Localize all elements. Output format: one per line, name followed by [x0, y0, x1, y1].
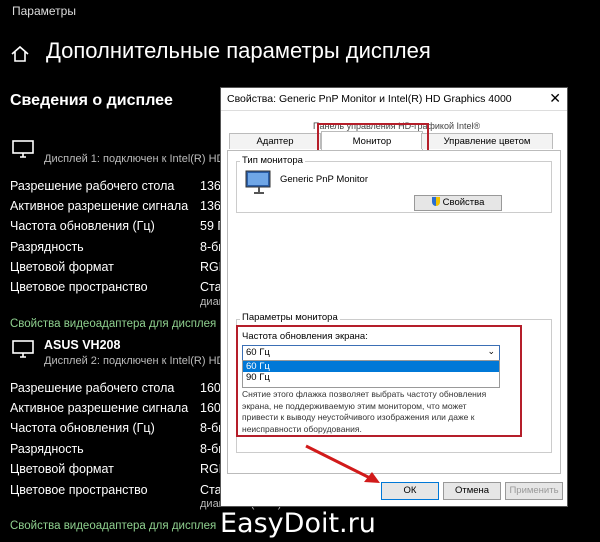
row-key: Разрешение рабочего стола	[10, 179, 175, 193]
monitor-name: Generic PnP Monitor	[280, 174, 369, 185]
window-title: Параметры	[12, 4, 76, 18]
refresh-rate-value: 60 Гц	[246, 347, 270, 358]
watermark: EasyDoit.ru	[220, 508, 376, 539]
monitor-tab-panel: Тип монитора Generic PnP Monitor Свойств…	[227, 150, 561, 474]
refresh-rate-select[interactable]: 60 Гц ⌄	[242, 345, 500, 361]
cancel-button[interactable]: Отмена	[443, 482, 501, 500]
properties-button[interactable]: Свойства	[414, 195, 502, 211]
row-key: Разрядность	[10, 442, 84, 456]
monitor-icon	[12, 140, 34, 158]
close-icon[interactable]: ✕	[549, 90, 561, 107]
monitor-icon	[12, 340, 34, 358]
row-key: Разрядность	[10, 240, 84, 254]
apply-button[interactable]: Применить	[505, 482, 563, 500]
section-title: Сведения о дисплее	[10, 92, 173, 109]
description-line: неисправности оборудования.	[242, 423, 362, 434]
row-key: Цветовой формат	[10, 260, 114, 274]
arrow-annotation-icon	[305, 444, 380, 483]
row-key: Активное разрешение сигнала	[10, 199, 189, 213]
chevron-down-icon: ⌄	[487, 346, 495, 356]
row-key: Разрешение рабочего стола	[10, 381, 175, 395]
description-line: Снятие этого флажка позволяет выбрать ча…	[242, 389, 487, 399]
row-key: Частота обновления (Гц)	[10, 421, 155, 435]
refresh-option[interactable]: 90 Гц	[243, 372, 499, 383]
adapter-properties-link-2[interactable]: Свойства видеоадаптера для дисплея	[10, 520, 216, 532]
monitor-params-label: Параметры монитора	[240, 312, 340, 323]
row-key: Цветовое пространство	[10, 483, 148, 497]
monitor-type-label: Тип монитора	[240, 155, 305, 166]
display-2-subtitle: Дисплей 2: подключен к Intel(R) HD Gr	[44, 355, 240, 367]
shield-icon	[431, 197, 440, 206]
adapter-properties-link-1[interactable]: Свойства видеоадаптера для дисплея	[10, 318, 216, 330]
description-line: экрана, не поддерживаемую этим монитором…	[242, 400, 467, 411]
dialog-title: Свойства: Generic PnP Monitor и Intel(R)…	[227, 93, 512, 105]
properties-dialog: Свойства: Generic PnP Monitor и Intel(R)…	[220, 87, 568, 507]
monitor-icon	[245, 170, 271, 194]
row-key: Частота обновления (Гц)	[10, 219, 155, 233]
row-key: Активное разрешение сигнала	[10, 401, 189, 415]
properties-button-label: Свойства	[442, 197, 485, 208]
tab-adapter[interactable]: Адаптер	[229, 133, 321, 149]
refresh-rate-dropdown: 60 Гц 90 Гц	[242, 360, 500, 388]
tab-color-management[interactable]: Управление цветом	[421, 133, 553, 149]
display-1-subtitle: Дисплей 1: подключен к Intel(R) HD Gr	[44, 153, 240, 165]
dialog-titlebar[interactable]: Свойства: Generic PnP Monitor и Intel(R)…	[221, 88, 567, 111]
display-2-name: ASUS VH208	[44, 338, 121, 352]
monitor-type-group	[236, 161, 552, 213]
refresh-description: Снятие этого флажка позволяет выбрать ча…	[242, 389, 512, 435]
refresh-rate-label: Частота обновления экрана:	[242, 331, 368, 342]
description-line: привести к выводу неустойчивого изображе…	[242, 412, 475, 422]
home-icon[interactable]	[10, 44, 30, 64]
row-key: Цветовое пространство	[10, 280, 148, 294]
page-title: Дополнительные параметры дисплея	[46, 38, 431, 63]
row-key: Цветовой формат	[10, 462, 114, 476]
refresh-option[interactable]: 60 Гц	[243, 361, 499, 372]
